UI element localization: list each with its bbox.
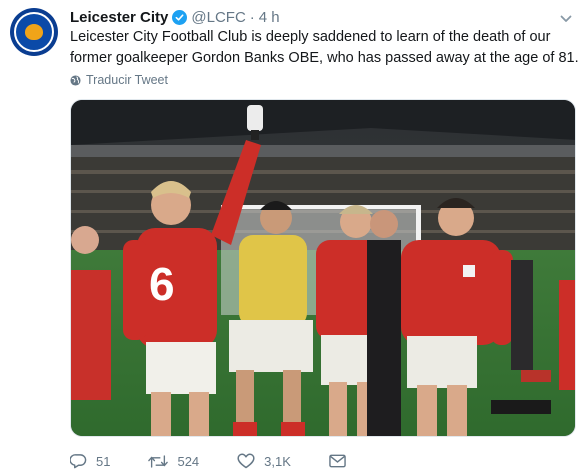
like-count: 3,1K xyxy=(264,453,291,469)
heart-icon xyxy=(237,453,255,469)
like-button[interactable]: 3,1K xyxy=(237,453,291,469)
tweet-header: Leicester City @LCFC · 4 h xyxy=(70,8,280,26)
separator-dot: · xyxy=(249,8,255,26)
reply-icon xyxy=(70,453,87,469)
translate-link[interactable]: Traducir Tweet xyxy=(70,73,168,87)
shirt-number: 6 xyxy=(149,258,175,310)
chevron-down-icon[interactable] xyxy=(560,10,572,28)
tweet[interactable]: Leicester City @LCFC · 4 h Leicester Cit… xyxy=(0,0,584,475)
tweet-photo[interactable]: 6 xyxy=(70,99,576,437)
tweet-actions: 51 524 3,1K xyxy=(70,450,384,472)
author-handle[interactable]: @LCFC xyxy=(191,9,245,26)
retweet-count: 524 xyxy=(177,453,200,469)
avatar[interactable] xyxy=(10,8,58,56)
tweet-text: Leicester City Football Club is deeply s… xyxy=(70,27,579,69)
translate-label: Traducir Tweet xyxy=(86,73,168,87)
tweet-text-line: former goalkeeper Gordon Banks OBE, who … xyxy=(70,50,579,66)
retweet-button[interactable]: 524 xyxy=(148,454,199,469)
direct-message-button[interactable] xyxy=(329,454,346,468)
timestamp[interactable]: 4 h xyxy=(259,9,280,26)
verified-badge-icon xyxy=(172,9,188,25)
retweet-icon xyxy=(148,454,169,469)
envelope-icon xyxy=(329,454,346,468)
globe-icon xyxy=(70,74,81,86)
club-crest-icon xyxy=(14,12,54,52)
reply-count: 51 xyxy=(96,453,111,469)
author-name[interactable]: Leicester City xyxy=(70,9,168,26)
reply-button[interactable]: 51 xyxy=(70,453,110,469)
tweet-text-line: Leicester City Football Club is deeply s… xyxy=(70,29,551,45)
